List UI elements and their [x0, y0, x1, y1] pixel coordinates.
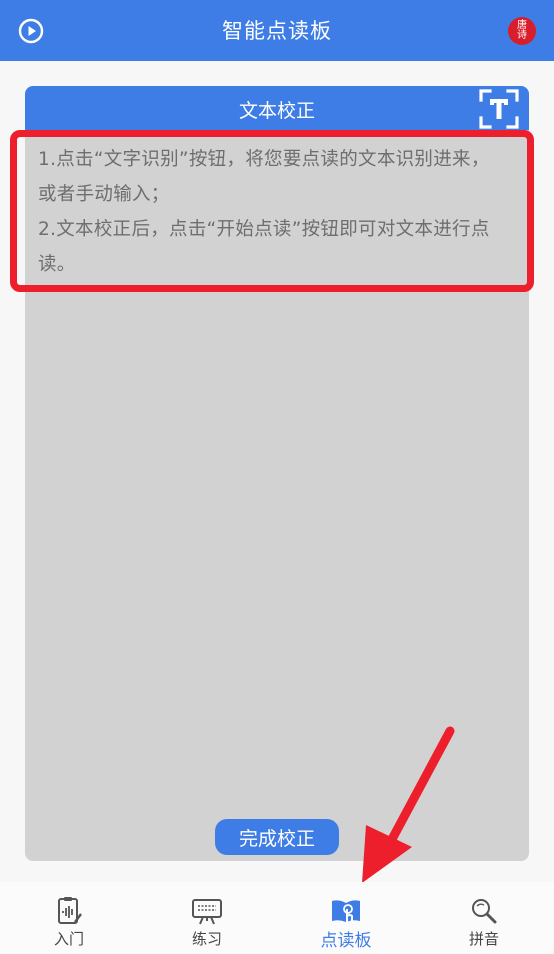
tab-reading-board[interactable]: 点读板 [277, 882, 415, 954]
app-header: 智能点读板 唐 诗 [0, 0, 554, 61]
tab-practice[interactable]: 练习 [138, 882, 276, 954]
card-header: 文本校正 [25, 86, 529, 130]
bottom-tab-bar: 入门 练习 点读板 拼音 [0, 882, 554, 954]
page-title: 智能点读板 [222, 19, 332, 43]
instruction-line: 读。 [38, 254, 76, 275]
tangshi-badge-icon[interactable]: 唐 诗 [508, 17, 536, 45]
book-touch-icon [332, 900, 360, 922]
instruction-line: 或者手动输入； [38, 184, 170, 205]
magnifier-icon [472, 899, 497, 924]
tab-label: 入门 [53, 930, 84, 948]
instruction-text: 1.点击“文字识别”按钮，将您要点读的文本识别进来， 或者手动输入； 2.文本校… [38, 142, 518, 282]
tab-label: 拼音 [468, 930, 499, 948]
tab-label: 点读板 [320, 931, 372, 951]
easel-board-icon [192, 899, 222, 925]
instruction-line: 1.点击“文字识别”按钮，将您要点读的文本识别进来， [38, 149, 490, 170]
text-recognition-icon[interactable] [478, 88, 520, 130]
finish-correction-button[interactable]: 完成校正 [215, 819, 339, 855]
clipboard-sound-icon [58, 897, 82, 924]
tangshi-char-2: 诗 [517, 30, 527, 41]
tab-label: 练习 [191, 930, 222, 948]
tab-pinyin[interactable]: 拼音 [415, 882, 553, 954]
instruction-line: 2.文本校正后，点击“开始点读”按钮即可对文本进行点 [38, 219, 490, 240]
card-title: 文本校正 [238, 100, 315, 122]
tab-intro[interactable]: 入门 [0, 882, 138, 954]
